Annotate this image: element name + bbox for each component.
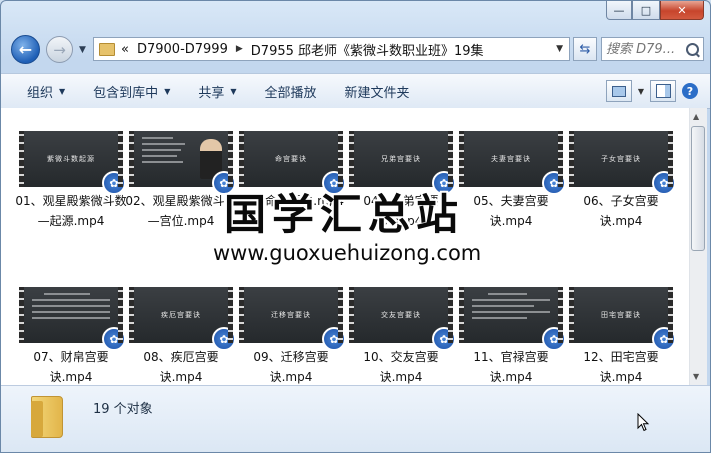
video-thumbnail: 疾厄宫要诀 ✿ <box>129 287 236 351</box>
slide-title: 迁移宫要诀 <box>271 311 311 319</box>
breadcrumb-part-2[interactable]: D7955 邱老师《紫微斗数职业班》19集 <box>251 40 484 59</box>
share-label: 共享 <box>198 85 225 101</box>
file-name: 11、官禄宫要诀.mp4 <box>473 350 549 384</box>
file-name: 09、迁移宫要诀.mp4 <box>253 350 329 384</box>
back-button[interactable]: ← <box>11 35 40 64</box>
command-toolbar: 组织 ▼ 包含到库中 ▼ 共享 ▼ 全部播放 新建文件夹 ▼ ? <box>1 73 710 109</box>
include-in-library-menu[interactable]: 包含到库中 ▼ <box>79 82 184 101</box>
video-thumbnail: 紫微斗数起源 ✿ <box>19 131 126 195</box>
file-name: 12、田宅宫要诀.mp4 <box>583 350 659 384</box>
slide-title: 疾厄宫要诀 <box>161 311 201 319</box>
toolbar-right: ▼ ? <box>605 80 698 102</box>
object-count: 19 个对象 <box>93 402 153 417</box>
minimize-button[interactable]: — <box>606 1 632 20</box>
folder-icon <box>99 42 115 56</box>
file-name: 05、夫妻宫要诀.mp4 <box>473 194 549 228</box>
chevron-down-icon: ▼ <box>230 86 237 96</box>
slide-title: 夫妻宫要诀 <box>491 155 531 163</box>
file-name: 02、观星殿紫微斗数—宫位.mp4 <box>125 194 237 228</box>
video-thumbnail: 兄弟宫要诀 ✿ <box>349 131 456 195</box>
file-name: 06、子女宫要诀.mp4 <box>583 194 659 228</box>
play-all-label: 全部播放 <box>264 85 317 101</box>
file-name: 07、财帛宫要诀.mp4 <box>33 350 109 384</box>
video-thumbnail: 田宅宫要诀 ✿ <box>569 287 676 351</box>
video-thumbnail: 子女宫要诀 ✿ <box>569 131 676 195</box>
preview-pane-button[interactable] <box>650 80 676 102</box>
breadcrumb-part-1[interactable]: D7900-D7999 <box>137 42 228 57</box>
navigation-bar: ← → ▼ « D7900-D7999 ▶ D7955 邱老师《紫微斗数职业班》… <box>9 34 704 64</box>
video-thumbnail: 命宫要诀 ✿ <box>239 131 346 195</box>
vertical-scrollbar[interactable]: ▲ ▼ <box>689 108 707 385</box>
refresh-button[interactable]: ⇆ <box>573 37 597 61</box>
organize-menu[interactable]: 组织 ▼ <box>1 82 79 101</box>
include-in-library-label: 包含到库中 <box>93 85 159 101</box>
caption-buttons: — □ ✕ <box>606 1 704 20</box>
slide-title: 交友宫要诀 <box>381 311 421 319</box>
slide-title: 兄弟宫要诀 <box>381 155 421 163</box>
slide-text-lines <box>472 293 550 323</box>
video-thumbnail: ✿ <box>19 287 126 351</box>
details-pane: 19 个对象 <box>1 385 710 452</box>
slide-title: 命宫要诀 <box>275 155 307 163</box>
video-thumbnail: 夫妻宫要诀 ✿ <box>459 131 566 195</box>
video-thumbnail: 迁移宫要诀 ✿ <box>239 287 346 351</box>
video-thumbnail: 交友宫要诀 ✿ <box>349 287 456 351</box>
share-menu[interactable]: 共享 ▼ <box>184 82 250 101</box>
search-icon <box>686 42 699 56</box>
file-name: 01、观星殿紫微斗数—起源.mp4 <box>15 194 127 228</box>
watermark-url: www.guoxuehuizong.com <box>213 241 482 265</box>
address-overflow[interactable]: « <box>121 42 129 57</box>
slide-title: 紫微斗数起源 <box>47 155 95 163</box>
maximize-button[interactable]: □ <box>632 1 660 20</box>
watermark-title: 国学汇总站 <box>224 190 465 239</box>
breadcrumb-separator-icon[interactable]: ▶ <box>236 44 243 54</box>
slide-title: 子女宫要诀 <box>601 155 641 163</box>
file-name: 10、交友宫要诀.mp4 <box>363 350 439 384</box>
recent-pages-dropdown[interactable]: ▼ <box>79 45 86 55</box>
file-name: 08、疾厄宫要诀.mp4 <box>143 350 219 384</box>
address-bar[interactable]: « D7900-D7999 ▶ D7955 邱老师《紫微斗数职业班》19集 ▼ <box>93 37 570 61</box>
mouse-cursor-icon <box>637 413 650 432</box>
video-thumbnail: ✿ <box>129 131 236 195</box>
organize-label: 组织 <box>27 85 54 101</box>
forward-button[interactable]: → <box>46 36 73 63</box>
explorer-window: — □ ✕ ← → ▼ « D7900-D7999 ▶ D7955 邱老师《紫微… <box>0 0 711 453</box>
preview-pane-icon <box>655 84 671 98</box>
close-button[interactable]: ✕ <box>660 1 704 20</box>
slide-text-lines <box>32 293 110 323</box>
slide-title: 田宅宫要诀 <box>601 311 641 319</box>
address-dropdown-icon[interactable]: ▼ <box>556 44 563 54</box>
chevron-down-icon: ▼ <box>59 86 66 96</box>
play-all-button[interactable]: 全部播放 <box>251 82 331 101</box>
scrollbar-thumb[interactable] <box>691 126 705 251</box>
view-icon <box>611 85 626 97</box>
new-folder-label: 新建文件夹 <box>344 85 410 101</box>
scroll-up-icon[interactable]: ▲ <box>693 112 699 121</box>
search-input[interactable] <box>602 41 684 57</box>
help-icon[interactable]: ? <box>682 83 698 99</box>
video-thumbnail: ✿ <box>459 287 566 351</box>
new-folder-button[interactable]: 新建文件夹 <box>331 82 424 101</box>
folder-icon <box>31 396 63 438</box>
change-view-button[interactable] <box>605 80 632 102</box>
view-options-dropdown-icon[interactable]: ▼ <box>638 87 644 96</box>
scroll-down-icon[interactable]: ▼ <box>693 372 699 381</box>
chevron-down-icon: ▼ <box>164 86 171 96</box>
search-box[interactable] <box>601 37 704 61</box>
